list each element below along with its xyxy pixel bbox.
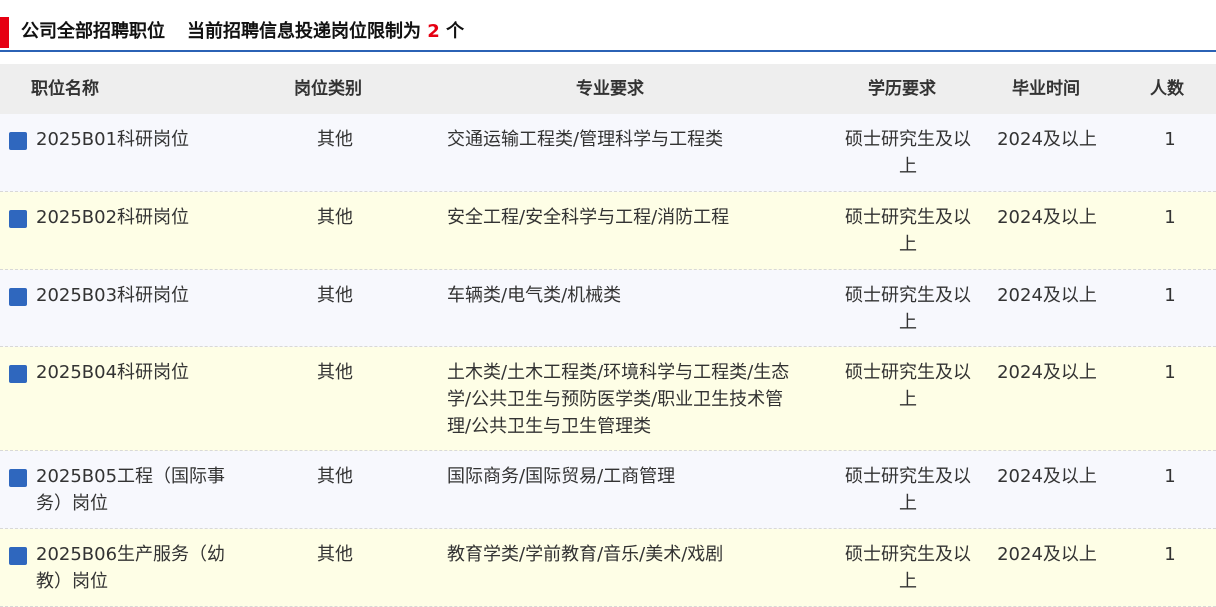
accent-bar bbox=[0, 17, 9, 48]
job-type: 其他 bbox=[317, 285, 353, 306]
limit-prefix: 当前招聘信息投递岗位限制为 bbox=[187, 21, 421, 42]
table-row[interactable]: 2025B05工程（国际事务）岗位 其他 国际商务/国际贸易/工商管理 硕士研究… bbox=[0, 451, 1216, 529]
job-major: 交通运输工程类/管理科学与工程类 bbox=[447, 129, 724, 150]
job-education: 硕士研究生及以上 bbox=[845, 362, 971, 410]
job-education: 硕士研究生及以上 bbox=[845, 466, 971, 514]
job-title-link[interactable]: 2025B06生产服务（幼教）岗位 bbox=[36, 541, 236, 595]
job-title-link[interactable]: 2025B01科研岗位 bbox=[36, 126, 236, 153]
job-type: 其他 bbox=[317, 466, 353, 487]
table-row[interactable]: 2025B03科研岗位 其他 车辆类/电气类/机械类 硕士研究生及以上 2024… bbox=[0, 270, 1216, 347]
job-education: 硕士研究生及以上 bbox=[845, 285, 971, 333]
col-header-count: 人数 bbox=[1150, 79, 1184, 99]
job-major: 土木类/土木工程类/环境科学与工程类/生态学/公共卫生与预防医学类/职业卫生技术… bbox=[447, 362, 790, 437]
col-header-major: 专业要求 bbox=[576, 79, 644, 99]
job-education: 硕士研究生及以上 bbox=[845, 129, 971, 177]
table-row[interactable]: 2025B06生产服务（幼教）岗位 其他 教育学类/学前教育/音乐/美术/戏剧 … bbox=[0, 529, 1216, 607]
job-count: 1 bbox=[1164, 129, 1176, 150]
job-major: 国际商务/国际贸易/工商管理 bbox=[447, 466, 676, 487]
table-header: 职位名称 岗位类别 专业要求 学历要求 毕业时间 人数 bbox=[0, 64, 1216, 114]
col-header-graduation: 毕业时间 bbox=[1012, 79, 1080, 99]
square-bullet-icon bbox=[9, 288, 27, 306]
col-header-type: 岗位类别 bbox=[294, 79, 362, 99]
job-type: 其他 bbox=[317, 544, 353, 565]
job-type: 其他 bbox=[317, 207, 353, 228]
job-major: 教育学类/学前教育/音乐/美术/戏剧 bbox=[447, 544, 724, 565]
job-type: 其他 bbox=[317, 362, 353, 383]
job-graduation: 2024及以上 bbox=[997, 544, 1097, 565]
square-bullet-icon bbox=[9, 365, 27, 383]
square-bullet-icon bbox=[9, 469, 27, 487]
job-graduation: 2024及以上 bbox=[997, 129, 1097, 150]
table-row[interactable]: 2025B02科研岗位 其他 安全工程/安全科学与工程/消防工程 硕士研究生及以… bbox=[0, 192, 1216, 270]
job-title-link[interactable]: 2025B04科研岗位 bbox=[36, 359, 236, 386]
col-header-name: 职位名称 bbox=[31, 79, 99, 99]
job-count: 1 bbox=[1164, 544, 1176, 565]
job-title-link[interactable]: 2025B02科研岗位 bbox=[36, 204, 236, 231]
job-graduation: 2024及以上 bbox=[997, 362, 1097, 383]
job-major: 安全工程/安全科学与工程/消防工程 bbox=[447, 207, 730, 228]
job-graduation: 2024及以上 bbox=[997, 466, 1097, 487]
section-title: 公司全部招聘职位 当前招聘信息投递岗位限制为 2 个 bbox=[21, 19, 464, 45]
table-row[interactable]: 2025B01科研岗位 其他 交通运输工程类/管理科学与工程类 硕士研究生及以上… bbox=[0, 114, 1216, 192]
job-education: 硕士研究生及以上 bbox=[845, 207, 971, 255]
job-title-link[interactable]: 2025B05工程（国际事务）岗位 bbox=[36, 463, 236, 517]
job-graduation: 2024及以上 bbox=[997, 207, 1097, 228]
job-type: 其他 bbox=[317, 129, 353, 150]
section-title-text: 公司全部招聘职位 bbox=[21, 21, 165, 42]
limit-value: 2 bbox=[427, 21, 440, 42]
table-row[interactable]: 2025B04科研岗位 其他 土木类/土木工程类/环境科学与工程类/生态学/公共… bbox=[0, 347, 1216, 451]
job-graduation: 2024及以上 bbox=[997, 285, 1097, 306]
job-count: 1 bbox=[1164, 466, 1176, 487]
job-education: 硕士研究生及以上 bbox=[845, 544, 971, 592]
square-bullet-icon bbox=[9, 547, 27, 565]
section-header: 公司全部招聘职位 当前招聘信息投递岗位限制为 2 个 bbox=[0, 0, 1216, 52]
col-header-education: 学历要求 bbox=[868, 79, 936, 99]
job-count: 1 bbox=[1164, 207, 1176, 228]
square-bullet-icon bbox=[9, 210, 27, 228]
square-bullet-icon bbox=[9, 132, 27, 150]
limit-suffix: 个 bbox=[446, 21, 465, 42]
job-count: 1 bbox=[1164, 362, 1176, 383]
job-count: 1 bbox=[1164, 285, 1176, 306]
job-major: 车辆类/电气类/机械类 bbox=[447, 285, 622, 306]
job-title-link[interactable]: 2025B03科研岗位 bbox=[36, 282, 236, 309]
